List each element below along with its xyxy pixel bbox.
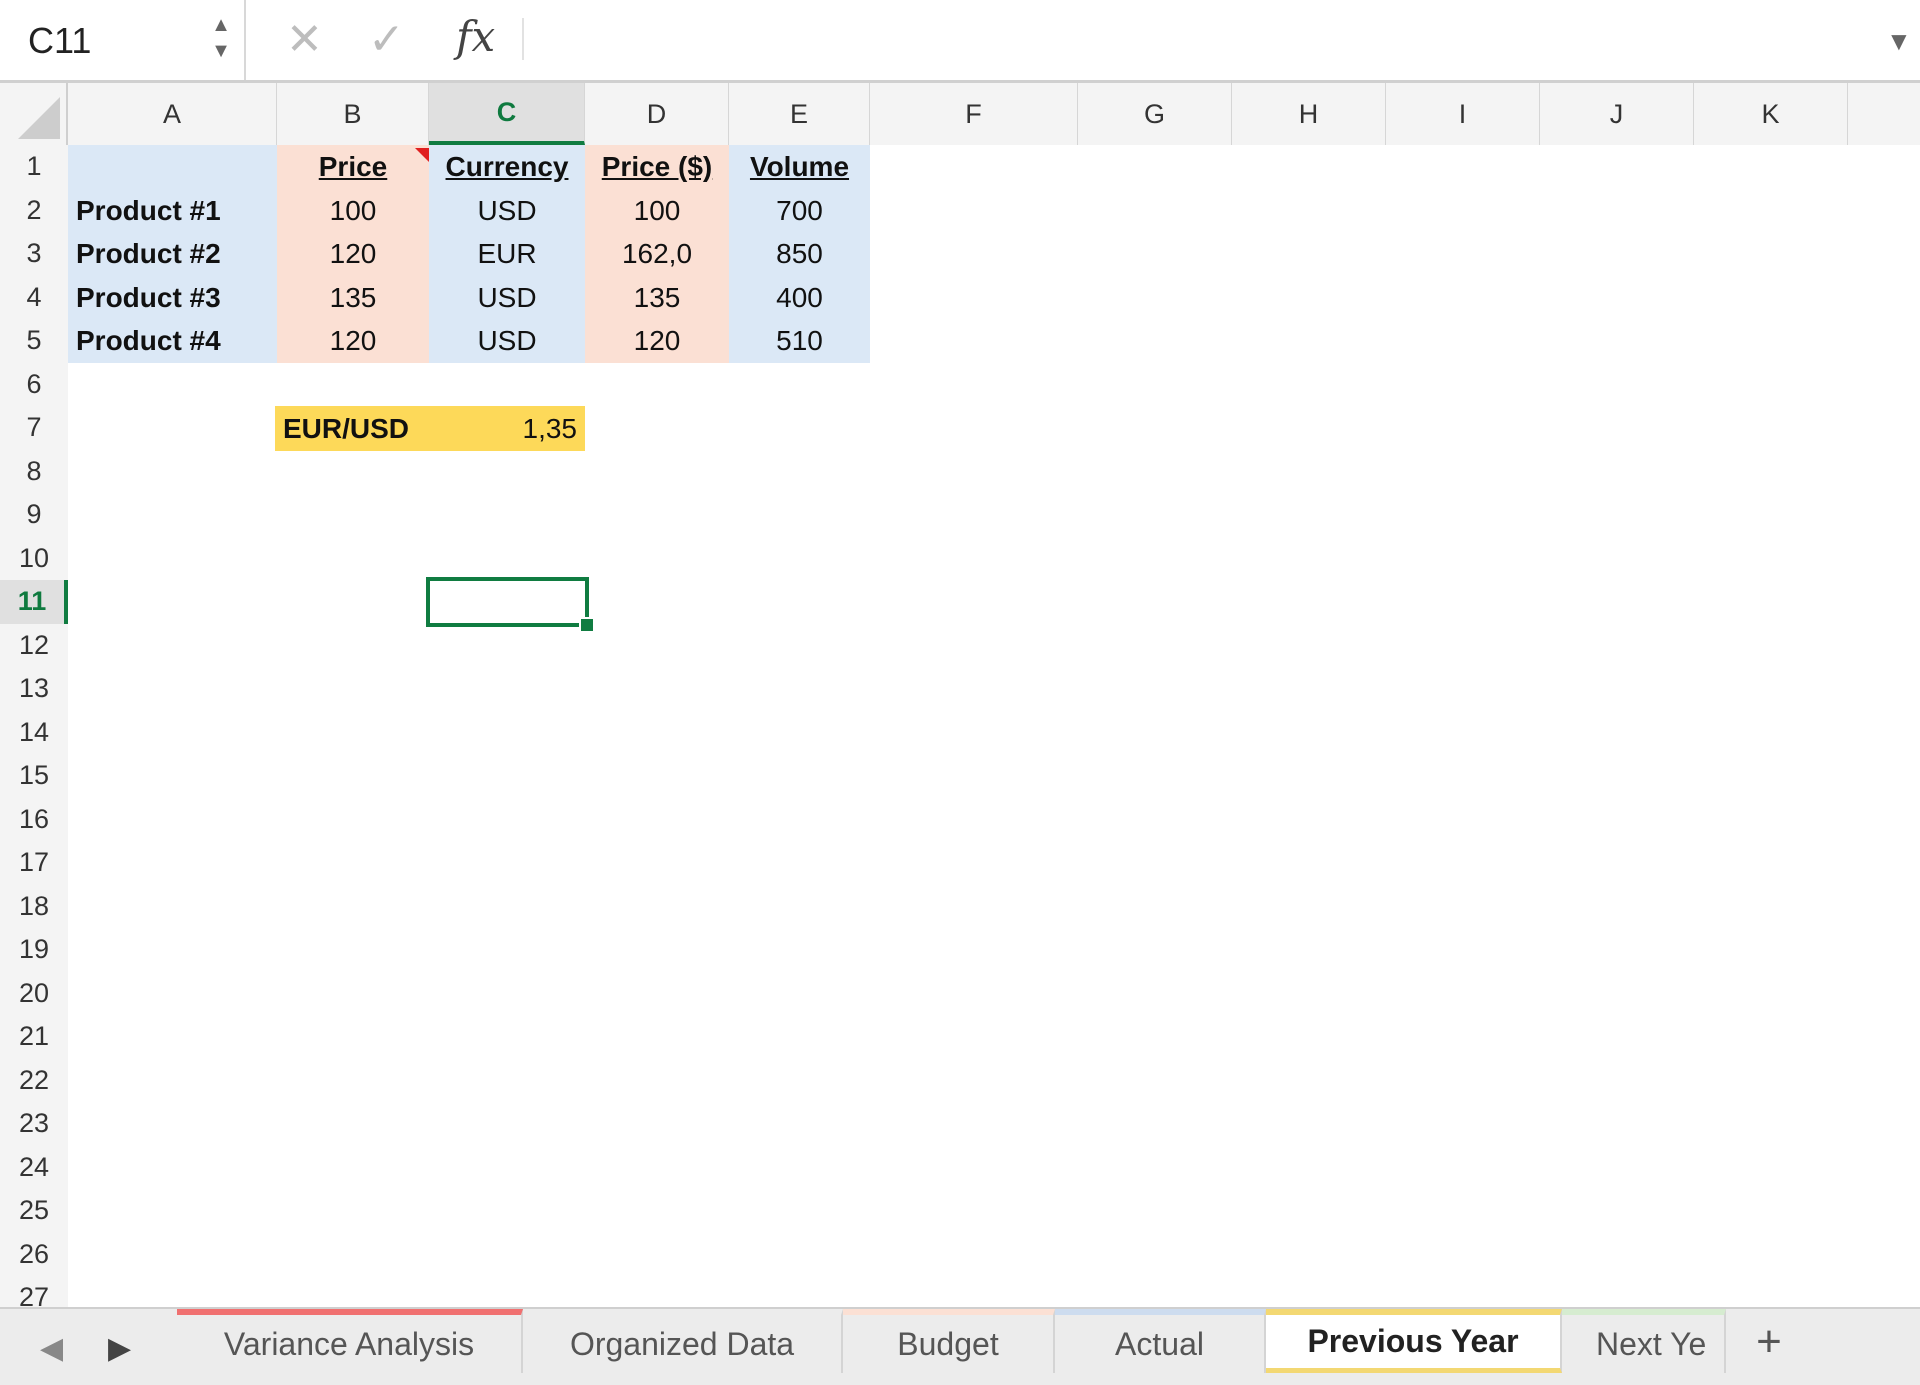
confirm-icon[interactable]: ✓	[368, 14, 405, 65]
column-header-i[interactable]: I	[1386, 83, 1540, 145]
formula-divider	[522, 18, 524, 60]
tab-actual[interactable]: Actual	[1055, 1309, 1266, 1373]
column-header-g[interactable]: G	[1078, 83, 1232, 145]
cell-e2[interactable]: 700	[729, 188, 870, 233]
row-header-27[interactable]: 27	[0, 1276, 68, 1307]
cell-d3[interactable]: 162,0	[585, 232, 729, 276]
column-header-f[interactable]: F	[870, 83, 1078, 145]
row-header-3[interactable]: 3	[0, 232, 68, 276]
name-box-value[interactable]: C11	[28, 20, 91, 62]
row-header-15[interactable]: 15	[0, 754, 68, 798]
row-header-11[interactable]: 11	[0, 580, 68, 624]
tab-variance-analysis[interactable]: Variance Analysis	[177, 1309, 523, 1373]
column-header-d[interactable]: D	[585, 83, 729, 145]
fx-icon[interactable]: fx	[456, 12, 495, 61]
cancel-icon[interactable]: ✕	[286, 14, 323, 65]
column-header-partial[interactable]	[1848, 83, 1920, 145]
row-header-26[interactable]: 26	[0, 1233, 68, 1277]
row-header-5[interactable]: 5	[0, 319, 68, 363]
select-all-button[interactable]	[0, 83, 68, 145]
row-header-21[interactable]: 21	[0, 1015, 68, 1059]
cell-c3[interactable]: EUR	[429, 232, 585, 276]
row-header-24[interactable]: 24	[0, 1146, 68, 1190]
column-header-h[interactable]: H	[1232, 83, 1386, 145]
cell-b3[interactable]: 120	[277, 232, 429, 276]
sheet-tab-bar: ◀ ▶ Variance Analysis Organized Data Bud…	[0, 1307, 1920, 1385]
column-header-c[interactable]: C	[429, 83, 585, 145]
name-box[interactable]: C11 ▲ ▼	[0, 0, 246, 80]
column-header-k[interactable]: K	[1694, 83, 1848, 145]
row-header-14[interactable]: 14	[0, 711, 68, 755]
cell-d1[interactable]: Price ($)	[585, 145, 729, 189]
cell-b5[interactable]: 120	[277, 319, 429, 363]
previous-sheet-icon[interactable]: ◀	[40, 1331, 63, 1366]
tab-budget[interactable]: Budget	[843, 1309, 1055, 1373]
row-header-22[interactable]: 22	[0, 1059, 68, 1103]
add-sheet-button[interactable]: +	[1738, 1313, 1800, 1371]
chevron-down-icon[interactable]: ▼	[1886, 26, 1912, 57]
row-header-9[interactable]: 9	[0, 493, 68, 537]
row-header-19[interactable]: 19	[0, 928, 68, 972]
comment-indicator-icon[interactable]	[415, 148, 429, 162]
cell-b1[interactable]: Price	[277, 145, 429, 189]
row-header-7[interactable]: 7	[0, 406, 68, 450]
cell-e5[interactable]: 510	[729, 319, 870, 363]
row-header-20[interactable]: 20	[0, 972, 68, 1016]
row-header-17[interactable]: 17	[0, 841, 68, 885]
cell-b7[interactable]: EUR/USD	[275, 406, 429, 451]
row-header-23[interactable]: 23	[0, 1102, 68, 1146]
cell-c4[interactable]: USD	[429, 275, 585, 320]
row-header-4[interactable]: 4	[0, 276, 68, 320]
row-header-16[interactable]: 16	[0, 798, 68, 842]
cell-d4[interactable]: 135	[585, 275, 729, 320]
cell-e4[interactable]: 400	[729, 275, 870, 320]
cell-d2[interactable]: 100	[585, 188, 729, 233]
column-header-b[interactable]: B	[277, 83, 429, 145]
formula-input[interactable]	[532, 16, 1856, 66]
next-sheet-icon[interactable]: ▶	[108, 1331, 131, 1366]
row-header-8[interactable]: 8	[0, 450, 68, 494]
column-header-a[interactable]: A	[68, 83, 277, 145]
cell-e3[interactable]: 850	[729, 232, 870, 276]
cell-c1[interactable]: Currency	[429, 145, 585, 189]
cell-c7[interactable]: 1,35	[429, 406, 585, 451]
row-header-6[interactable]: 6	[0, 363, 68, 407]
row-header-12[interactable]: 12	[0, 624, 68, 668]
cell-a2[interactable]: Product #1	[68, 188, 277, 233]
cell-a4[interactable]: Product #3	[68, 275, 277, 320]
select-all-icon	[18, 97, 60, 139]
row-header-column: 1 2 3 4 5 6 7 8 9 10 11 12 13 14 15 16 1…	[0, 145, 70, 1307]
cell-e1[interactable]: Volume	[729, 145, 870, 189]
cell-d5[interactable]: 120	[585, 319, 729, 363]
column-header-row: A B C D E F G H I J K	[0, 83, 1920, 147]
column-header-e[interactable]: E	[729, 83, 870, 145]
row-header-2[interactable]: 2	[0, 189, 68, 233]
name-box-stepper-icon[interactable]: ▲ ▼	[208, 12, 234, 68]
row-header-10[interactable]: 10	[0, 537, 68, 581]
spreadsheet-grid[interactable]: Price Currency Price ($) Volume Product …	[68, 145, 1920, 1307]
fill-handle[interactable]	[579, 617, 595, 633]
row-header-18[interactable]: 18	[0, 885, 68, 929]
row-header-13[interactable]: 13	[0, 667, 68, 711]
cell-a1[interactable]	[68, 145, 277, 189]
cell-a3[interactable]: Product #2	[68, 232, 277, 276]
cell-c5[interactable]: USD	[429, 319, 585, 363]
tab-next-year[interactable]: Next Ye	[1562, 1309, 1726, 1373]
column-header-j[interactable]: J	[1540, 83, 1694, 145]
tab-previous-year[interactable]: Previous Year	[1266, 1309, 1562, 1373]
cell-a5[interactable]: Product #4	[68, 319, 277, 363]
row-header-25[interactable]: 25	[0, 1189, 68, 1233]
active-cell-c11[interactable]	[426, 577, 589, 627]
cell-b2[interactable]: 100	[277, 188, 429, 233]
cell-c2[interactable]: USD	[429, 188, 585, 233]
row-header-1[interactable]: 1	[0, 145, 68, 189]
tab-organized-data[interactable]: Organized Data	[523, 1309, 843, 1373]
formula-bar: C11 ▲ ▼ ✕ ✓ fx ▼	[0, 0, 1920, 83]
cell-b4[interactable]: 135	[277, 275, 429, 320]
